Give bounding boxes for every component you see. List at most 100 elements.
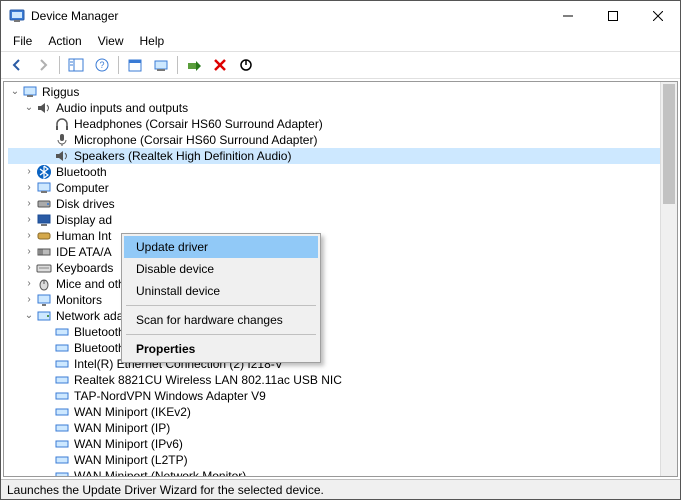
close-button[interactable]: [635, 1, 680, 31]
window-title: Device Manager: [31, 9, 118, 23]
bluetooth-icon: [36, 164, 52, 180]
device-label: WAN Miniport (IP): [74, 420, 170, 436]
device-manager-window: Device Manager File Action View Help ? ⌄: [0, 0, 681, 500]
scrollbar-thumb[interactable]: [663, 84, 675, 204]
vertical-scrollbar[interactable]: [660, 82, 677, 476]
network-adapter-icon: [54, 388, 70, 404]
chevron-right-icon[interactable]: ›: [22, 165, 36, 179]
calendar-button[interactable]: [123, 54, 147, 76]
ctx-separator: [126, 334, 316, 335]
chevron-right-icon[interactable]: ›: [22, 261, 36, 275]
category-label: Computer: [56, 180, 109, 196]
disk-icon: [36, 196, 52, 212]
menu-action[interactable]: Action: [40, 32, 89, 50]
back-button[interactable]: [5, 54, 29, 76]
ctx-properties[interactable]: Properties: [124, 338, 318, 360]
device-wan-ipv6[interactable]: WAN Miniport (IPv6): [8, 436, 660, 452]
device-intel-eth[interactable]: Intel(R) Ethernet Connection (2) I218-V: [8, 356, 660, 372]
device-realtek-wifi[interactable]: Realtek 8821CU Wireless LAN 802.11ac USB…: [8, 372, 660, 388]
chevron-right-icon[interactable]: ›: [22, 293, 36, 307]
chevron-down-icon[interactable]: ⌄: [22, 101, 36, 115]
device-label: WAN Miniport (Network Monitor): [74, 468, 246, 476]
network-adapter-icon: [54, 452, 70, 468]
monitor-icon: [36, 292, 52, 308]
chevron-right-icon[interactable]: ›: [22, 181, 36, 195]
device-headphones[interactable]: Headphones (Corsair HS60 Surround Adapte…: [8, 116, 660, 132]
category-hid[interactable]: › Human Int: [8, 228, 660, 244]
category-network[interactable]: ⌄ Network adapters: [8, 308, 660, 324]
device-label: TAP-NordVPN Windows Adapter V9: [74, 388, 266, 404]
uninstall-button[interactable]: [208, 54, 232, 76]
chevron-right-icon[interactable]: ›: [22, 213, 36, 227]
device-wan-ikev2[interactable]: WAN Miniport (IKEv2): [8, 404, 660, 420]
chevron-right-icon[interactable]: ›: [22, 245, 36, 259]
root-label: Riggus: [42, 84, 79, 100]
context-menu: Update driver Disable device Uninstall d…: [121, 233, 321, 363]
ide-icon: [36, 244, 52, 260]
computer-icon: [22, 84, 38, 100]
svg-text:?: ?: [99, 60, 104, 70]
ctx-separator: [126, 305, 316, 306]
chevron-right-icon[interactable]: ›: [22, 277, 36, 291]
category-bluetooth[interactable]: › Bluetooth: [8, 164, 660, 180]
device-wan-ip[interactable]: WAN Miniport (IP): [8, 420, 660, 436]
menu-view[interactable]: View: [90, 32, 132, 50]
hid-icon: [36, 228, 52, 244]
category-computer[interactable]: › Computer: [8, 180, 660, 196]
category-display-adapters[interactable]: › Display ad: [8, 212, 660, 228]
device-speakers[interactable]: Speakers (Realtek High Definition Audio): [8, 148, 660, 164]
device-tap-nord[interactable]: TAP-NordVPN Windows Adapter V9: [8, 388, 660, 404]
ctx-uninstall-device[interactable]: Uninstall device: [124, 280, 318, 302]
menu-file[interactable]: File: [5, 32, 40, 50]
network-adapter-icon: [54, 356, 70, 372]
scan-hardware-button[interactable]: [149, 54, 173, 76]
category-label: Human Int: [56, 228, 111, 244]
disable-button[interactable]: [234, 54, 258, 76]
maximize-button[interactable]: [590, 1, 635, 31]
device-wan-netmon[interactable]: WAN Miniport (Network Monitor): [8, 468, 660, 476]
tree-root[interactable]: ⌄ Riggus: [8, 84, 660, 100]
status-bar: Launches the Update Driver Wizard for th…: [1, 479, 680, 499]
tree-panel: ⌄ Riggus ⌄ Audio inputs and outputs Head…: [3, 81, 678, 477]
category-monitors[interactable]: › Monitors: [8, 292, 660, 308]
category-mice[interactable]: › Mice and other pointing devices: [8, 276, 660, 292]
speaker-icon: [36, 100, 52, 116]
computer-icon: [36, 180, 52, 196]
ctx-disable-device[interactable]: Disable device: [124, 258, 318, 280]
device-microphone[interactable]: Microphone (Corsair HS60 Surround Adapte…: [8, 132, 660, 148]
device-bt-pan[interactable]: Bluetooth Device (Personal Area Network)…: [8, 324, 660, 340]
device-wan-l2tp[interactable]: WAN Miniport (L2TP): [8, 452, 660, 468]
ctx-update-driver[interactable]: Update driver: [124, 236, 318, 258]
category-disk-drives[interactable]: › Disk drives: [8, 196, 660, 212]
minimize-button[interactable]: [545, 1, 590, 31]
chevron-right-icon[interactable]: ›: [22, 229, 36, 243]
help-button[interactable]: ?: [90, 54, 114, 76]
category-audio[interactable]: ⌄ Audio inputs and outputs: [8, 100, 660, 116]
update-driver-button[interactable]: [182, 54, 206, 76]
category-label: Audio inputs and outputs: [56, 100, 188, 116]
menu-bar: File Action View Help: [1, 31, 680, 51]
chevron-down-icon[interactable]: ⌄: [8, 85, 22, 99]
category-label: Monitors: [56, 292, 102, 308]
status-text: Launches the Update Driver Wizard for th…: [7, 483, 324, 497]
category-label: Display ad: [56, 212, 112, 228]
device-label: WAN Miniport (L2TP): [74, 452, 188, 468]
device-tree[interactable]: ⌄ Riggus ⌄ Audio inputs and outputs Head…: [4, 82, 660, 476]
show-hide-tree-button[interactable]: [64, 54, 88, 76]
network-adapter-icon: [54, 468, 70, 476]
forward-button[interactable]: [31, 54, 55, 76]
category-label: Bluetooth: [56, 164, 107, 180]
network-adapter-icon: [54, 324, 70, 340]
category-keyboards[interactable]: › Keyboards: [8, 260, 660, 276]
network-adapter-icon: [54, 404, 70, 420]
device-label: Realtek 8821CU Wireless LAN 802.11ac USB…: [74, 372, 342, 388]
app-icon: [9, 8, 25, 24]
category-label: Disk drives: [56, 196, 115, 212]
chevron-down-icon[interactable]: ⌄: [22, 309, 36, 323]
device-bt-rfcomm[interactable]: Bluetooth Device (RFCOMM Protocol TDI) #…: [8, 340, 660, 356]
menu-help[interactable]: Help: [132, 32, 173, 50]
category-ide[interactable]: › IDE ATA/A: [8, 244, 660, 260]
ctx-scan-hardware[interactable]: Scan for hardware changes: [124, 309, 318, 331]
chevron-right-icon[interactable]: ›: [22, 197, 36, 211]
display-icon: [36, 212, 52, 228]
